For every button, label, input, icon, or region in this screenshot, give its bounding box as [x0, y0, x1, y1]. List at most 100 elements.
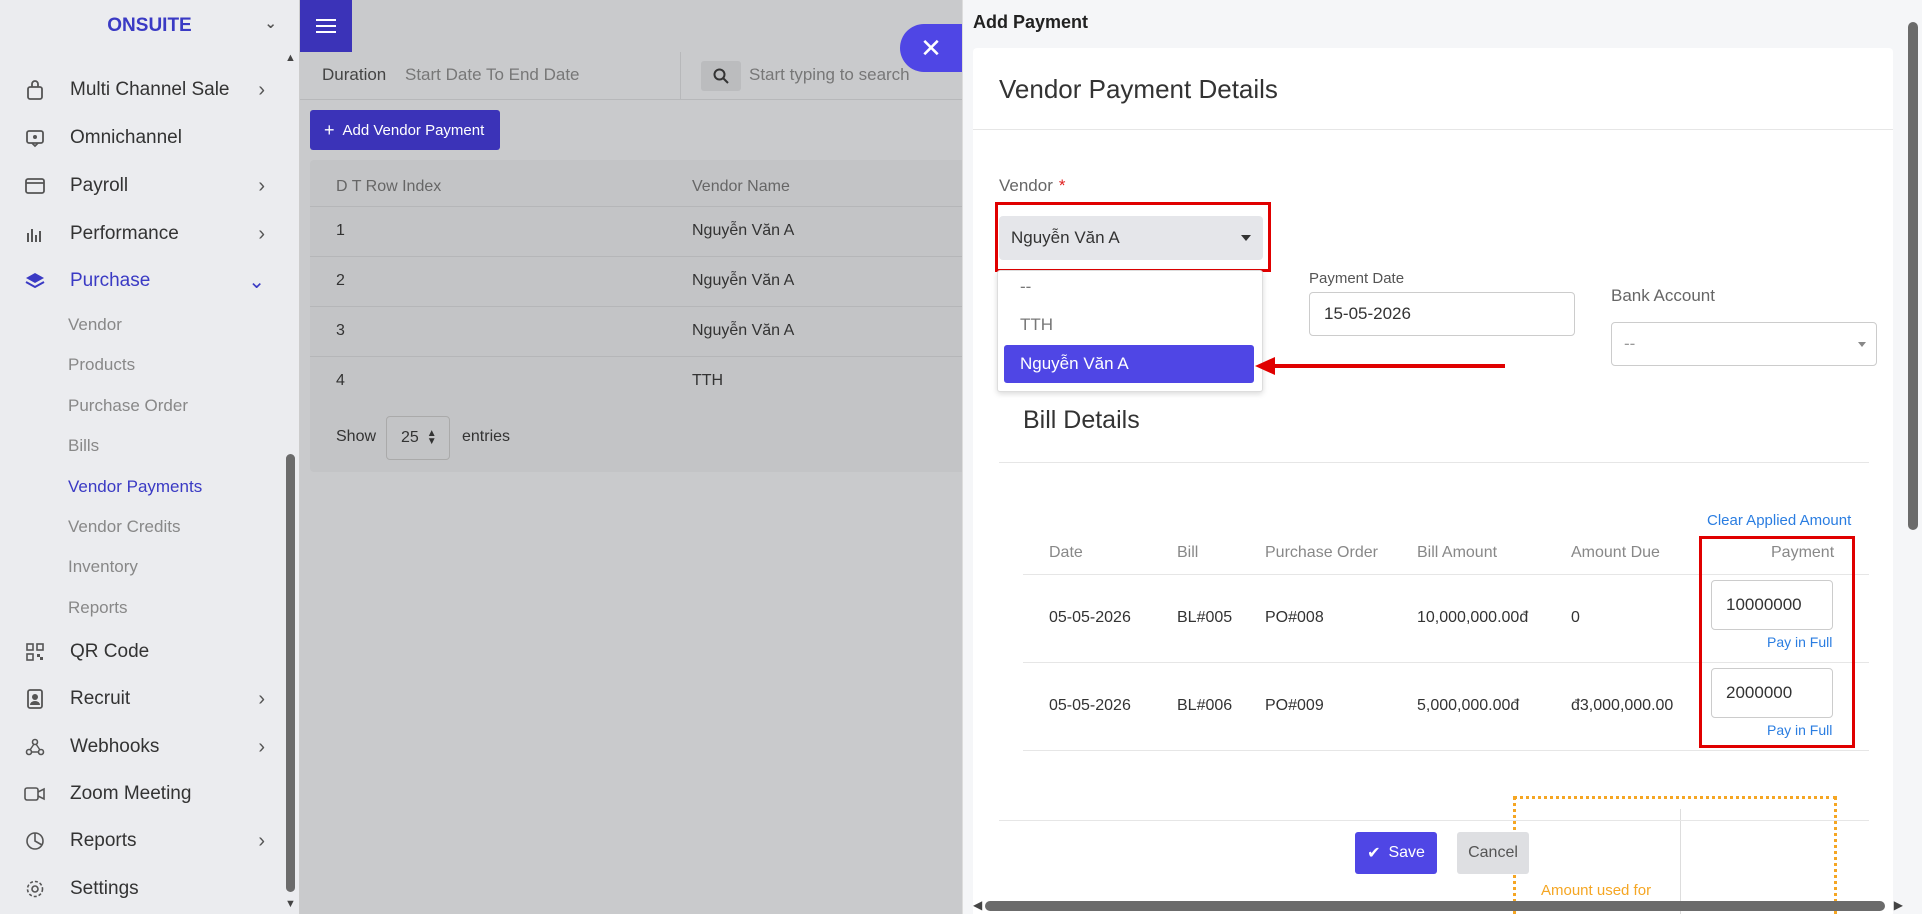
sidebar-item-label: Purchase — [70, 270, 151, 291]
bank-account-value: -- — [1624, 334, 1636, 353]
video-icon — [24, 783, 46, 805]
payment-date-label: Payment Date — [1309, 270, 1405, 287]
chevron-down-icon[interactable]: ⌄ — [264, 14, 277, 32]
vendor-name: Nguyễn Văn A — [692, 272, 795, 289]
bank-account-select[interactable]: -- — [1611, 322, 1877, 366]
vendor-dropdown: -- TTH Nguyễn Văn A — [997, 270, 1263, 392]
scroll-left-icon[interactable]: ◀ — [973, 898, 982, 912]
sidebar-item-zoom-meeting[interactable]: Zoom Meeting — [0, 772, 285, 816]
scrollbar-thumb[interactable] — [1908, 22, 1918, 530]
close-icon: ✕ — [920, 32, 942, 63]
sidebar-item-label: Zoom Meeting — [70, 783, 192, 804]
sidebar-item-performance[interactable]: Performance › — [0, 212, 285, 256]
sidebar-sub-inventory[interactable]: Inventory — [68, 557, 138, 577]
row-index: 3 — [336, 322, 345, 339]
bill-amount: 10,000,000.00đ — [1417, 609, 1529, 626]
sidebar-item-label: Omnichannel — [70, 127, 182, 148]
sort-arrows-icon: ▲ ▼ — [426, 428, 437, 447]
drawer-vertical-scrollbar[interactable] — [1908, 22, 1918, 892]
clear-applied-amount-link[interactable]: Clear Applied Amount — [1707, 512, 1851, 529]
save-button[interactable]: ✔ Save — [1355, 832, 1437, 874]
vendor-name: Nguyễn Văn A — [692, 222, 795, 239]
page-size-select[interactable]: 25 ▲ ▼ — [386, 416, 450, 460]
show-label: Show — [336, 428, 377, 445]
payment-date-input[interactable]: 15-05-2026 — [1309, 292, 1575, 336]
bill-header-due: Amount Due — [1571, 544, 1660, 561]
qr-code-icon — [24, 641, 46, 663]
bill-header-date: Date — [1049, 544, 1083, 561]
scrollbar-thumb[interactable] — [985, 901, 1885, 911]
scrollbar-thumb[interactable] — [286, 454, 295, 892]
entries-label: entries — [462, 428, 511, 445]
footer-divider — [999, 820, 1869, 821]
sidebar-item-reports[interactable]: Reports › — [0, 819, 285, 863]
scroll-down-icon[interactable]: ▼ — [285, 898, 296, 910]
sidebar-item-qr-code[interactable]: QR Code — [0, 630, 285, 674]
amount-used-label: Amount used for — [1541, 882, 1652, 899]
divider — [999, 462, 1869, 463]
sidebar-item-recruit[interactable]: Recruit › — [0, 677, 285, 721]
search-input[interactable]: Start typing to search — [749, 65, 910, 85]
table-row[interactable]: 4 TTH — [310, 356, 970, 406]
drawer-title: Add Payment — [973, 12, 1089, 32]
add-vendor-payment-label: Add Vendor Payment — [342, 121, 485, 139]
sidebar-item-webhooks[interactable]: Webhooks › — [0, 725, 285, 769]
sidebar-sub-products[interactable]: Products — [68, 355, 135, 375]
column-header-vendor-name[interactable]: Vendor Name — [692, 178, 790, 196]
sidebar-sub-purchase-order[interactable]: Purchase Order — [68, 396, 188, 416]
highlight-box-payment — [1699, 536, 1855, 748]
table-row[interactable]: 1 Nguyễn Văn A — [310, 206, 970, 256]
table-row[interactable]: 2 Nguyễn Văn A — [310, 256, 970, 306]
vendor-option[interactable]: -- — [1020, 277, 1031, 297]
bag-icon — [24, 79, 46, 101]
summary-divider — [1680, 809, 1681, 914]
filter-bar: Duration Start Date To End Date Start ty… — [300, 52, 962, 100]
plus-icon: + — [324, 119, 335, 140]
bill-date: 05-05-2026 — [1049, 697, 1131, 714]
sidebar-item-omnichannel[interactable]: Omnichannel — [0, 116, 285, 160]
sidebar-item-label: Webhooks — [70, 736, 160, 757]
vendor-name: Nguyễn Văn A — [692, 322, 795, 339]
scroll-right-icon[interactable]: ▶ — [1894, 898, 1903, 912]
column-header-row-index[interactable]: D T Row Index — [336, 178, 441, 196]
sidebar-sub-vendor-payments[interactable]: Vendor Payments — [68, 477, 202, 497]
sidebar: ONSUITE ⌄ Multi Channel Sale › Omnichann… — [0, 0, 300, 914]
add-vendor-payment-button[interactable]: + Add Vendor Payment — [310, 110, 500, 150]
sidebar-scrollbar[interactable]: ▲ ▼ — [285, 52, 296, 910]
caret-down-icon — [1858, 342, 1866, 347]
close-drawer-button[interactable]: ✕ — [900, 24, 962, 72]
search-icon — [713, 68, 729, 84]
sidebar-sub-vendor-credits[interactable]: Vendor Credits — [68, 517, 180, 537]
duration-range[interactable]: Start Date To End Date — [405, 65, 580, 85]
vendor-option-selected[interactable]: Nguyễn Văn A — [1004, 345, 1254, 383]
bar-chart-icon — [24, 223, 46, 245]
drawer-horizontal-scrollbar[interactable]: ◀ ▶ — [973, 898, 1903, 912]
search-button[interactable] — [701, 61, 741, 91]
bill-date: 05-05-2026 — [1049, 609, 1131, 626]
brand[interactable]: ONSUITE ⌄ — [0, 0, 299, 52]
sidebar-item-label: Payroll — [70, 175, 129, 196]
row-index: 1 — [336, 222, 345, 239]
sidebar-sub-vendor[interactable]: Vendor — [68, 315, 122, 335]
hamburger-menu-button[interactable] — [300, 0, 352, 52]
cancel-button[interactable]: Cancel — [1457, 832, 1529, 874]
sidebar-sub-bills[interactable]: Bills — [68, 436, 99, 456]
vendor-label-text: Vendor — [999, 176, 1053, 195]
sidebar-sub-reports[interactable]: Reports — [68, 598, 128, 618]
annotation-arrow-head — [1255, 357, 1275, 375]
pie-chart-icon — [24, 830, 46, 852]
chevron-down-icon: ⌄ — [248, 270, 265, 293]
scroll-up-icon[interactable]: ▲ — [285, 52, 296, 64]
bill-po: PO#008 — [1265, 609, 1324, 626]
sidebar-item-multi-channel-sale[interactable]: Multi Channel Sale › — [0, 68, 285, 112]
sidebar-item-payroll[interactable]: Payroll › — [0, 164, 285, 208]
sidebar-item-purchase[interactable]: Purchase ⌄ — [0, 259, 285, 303]
gear-icon — [24, 878, 46, 900]
required-mark: * — [1058, 176, 1066, 195]
top-bar — [300, 0, 962, 52]
chevron-right-icon: › — [258, 829, 265, 852]
sidebar-item-settings[interactable]: Settings — [0, 867, 285, 911]
table-row[interactable]: 3 Nguyễn Văn A — [310, 306, 970, 356]
vendor-name: TTH — [692, 372, 724, 389]
vendor-option[interactable]: TTH — [1020, 315, 1053, 335]
